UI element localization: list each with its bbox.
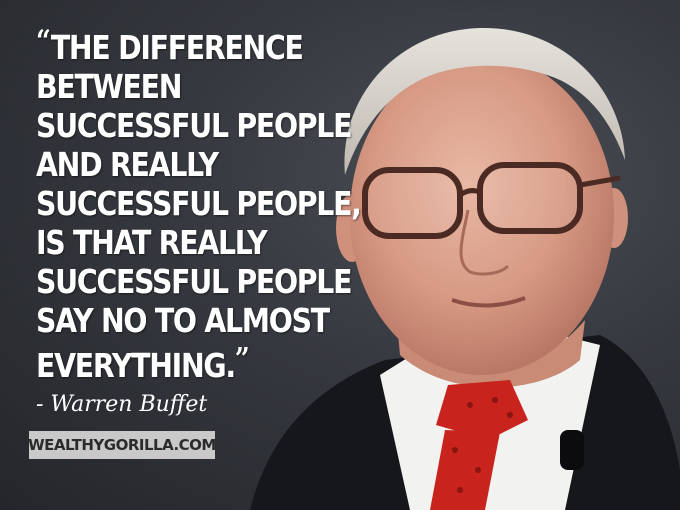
quote-poster: “THE DIFFERENCE BETWEEN SUCCESSFUL PEOPL… — [0, 0, 680, 510]
watermark-text: WEALTHYGORILLA.COM — [28, 436, 216, 454]
quote-line: SUCCESSFUL PEOPLE — [36, 106, 352, 145]
quote-line: EVERYTHING.” — [36, 342, 250, 385]
quote-line: AND REALLY — [36, 145, 219, 184]
quote-line: BETWEEN — [36, 67, 182, 106]
quote-author: - Warren Buffet — [36, 392, 208, 417]
quote-line: SUCCESSFUL PEOPLE — [36, 262, 352, 301]
quote-line: SAY NO TO ALMOST — [36, 301, 330, 340]
quote-line: SUCCESSFUL PEOPLE, — [36, 184, 362, 223]
open-quote-mark: “ — [36, 24, 51, 59]
quote-text: “THE DIFFERENCE BETWEEN SUCCESSFUL PEOPL… — [36, 22, 362, 385]
quote-line: IS THAT REALLY — [36, 223, 268, 262]
quote-line: “THE DIFFERENCE — [36, 24, 304, 67]
watermark-badge: WEALTHYGORILLA.COM — [28, 431, 216, 459]
close-quote-mark: ” — [234, 342, 250, 377]
